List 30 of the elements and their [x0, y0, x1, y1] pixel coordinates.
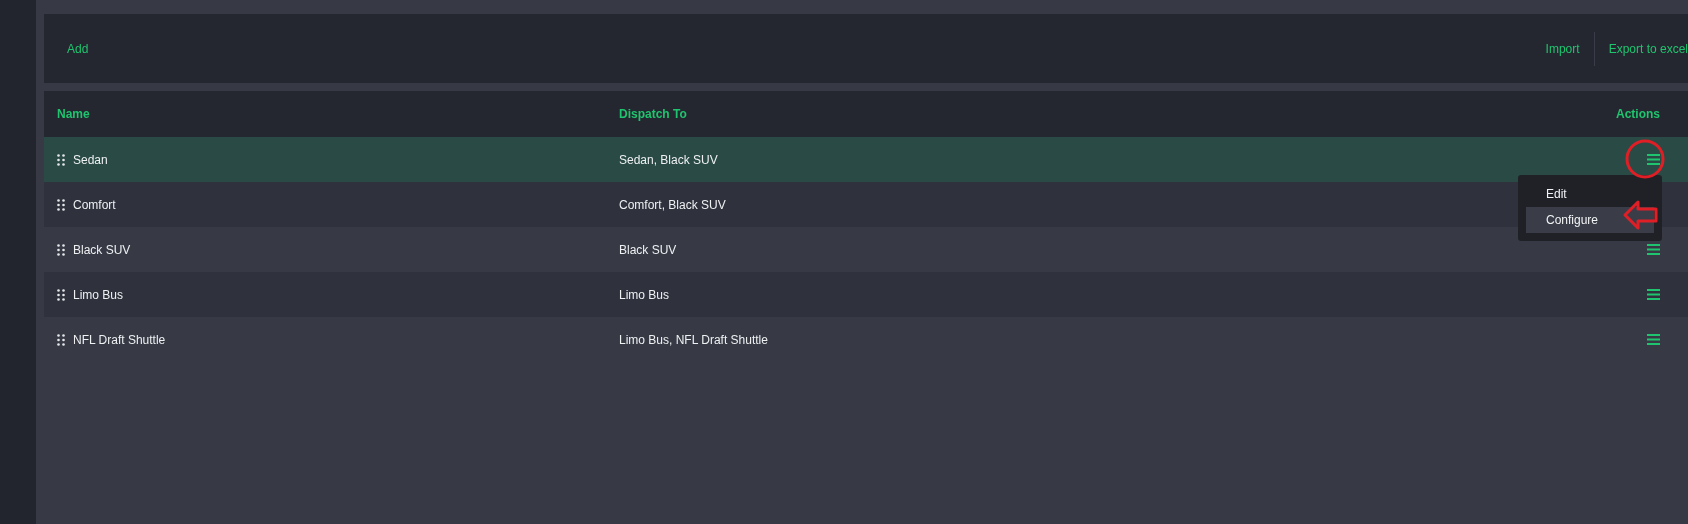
table-cell: Limo Bus	[73, 287, 124, 302]
menu-item[interactable]: Edit	[1526, 181, 1654, 207]
table-cell: Limo Bus, NFL Draft Shuttle	[619, 332, 768, 347]
import-link[interactable]: Import	[1545, 41, 1580, 56]
add-link[interactable]: Add	[67, 41, 89, 56]
drag-handle-icon[interactable]	[57, 153, 65, 166]
table-cell: Black SUV	[73, 242, 131, 257]
menu-icon[interactable]	[1647, 244, 1660, 255]
column-header: Actions	[1615, 107, 1661, 121]
menu-item[interactable]: Configure	[1526, 207, 1654, 233]
drag-handle-icon[interactable]	[57, 198, 65, 211]
annotation-arrow	[1623, 199, 1659, 231]
column-header: Dispatch To	[619, 107, 688, 121]
table-cell: Sedan	[73, 152, 108, 167]
drag-handle-icon[interactable]	[57, 288, 65, 301]
annotation-circle	[1625, 139, 1665, 179]
menu-icon[interactable]	[1647, 334, 1660, 345]
table-cell: Limo Bus	[619, 287, 670, 302]
table-cell: NFL Draft Shuttle	[73, 332, 166, 347]
table-cell: Comfort, Black SUV	[619, 197, 726, 212]
drag-handle-icon[interactable]	[57, 333, 65, 346]
table-cell: Comfort	[73, 197, 116, 212]
table-cell: Black SUV	[619, 242, 677, 257]
drag-handle-icon[interactable]	[57, 243, 65, 256]
menu-icon[interactable]	[1647, 154, 1660, 165]
table-cell: Sedan, Black SUV	[619, 152, 718, 167]
table-row[interactable]: Limo Bus Limo Bus	[44, 272, 1688, 317]
export-link[interactable]: Export to excel	[1608, 41, 1688, 56]
menu-icon[interactable]	[1647, 289, 1660, 300]
column-header: Name	[56, 107, 91, 121]
